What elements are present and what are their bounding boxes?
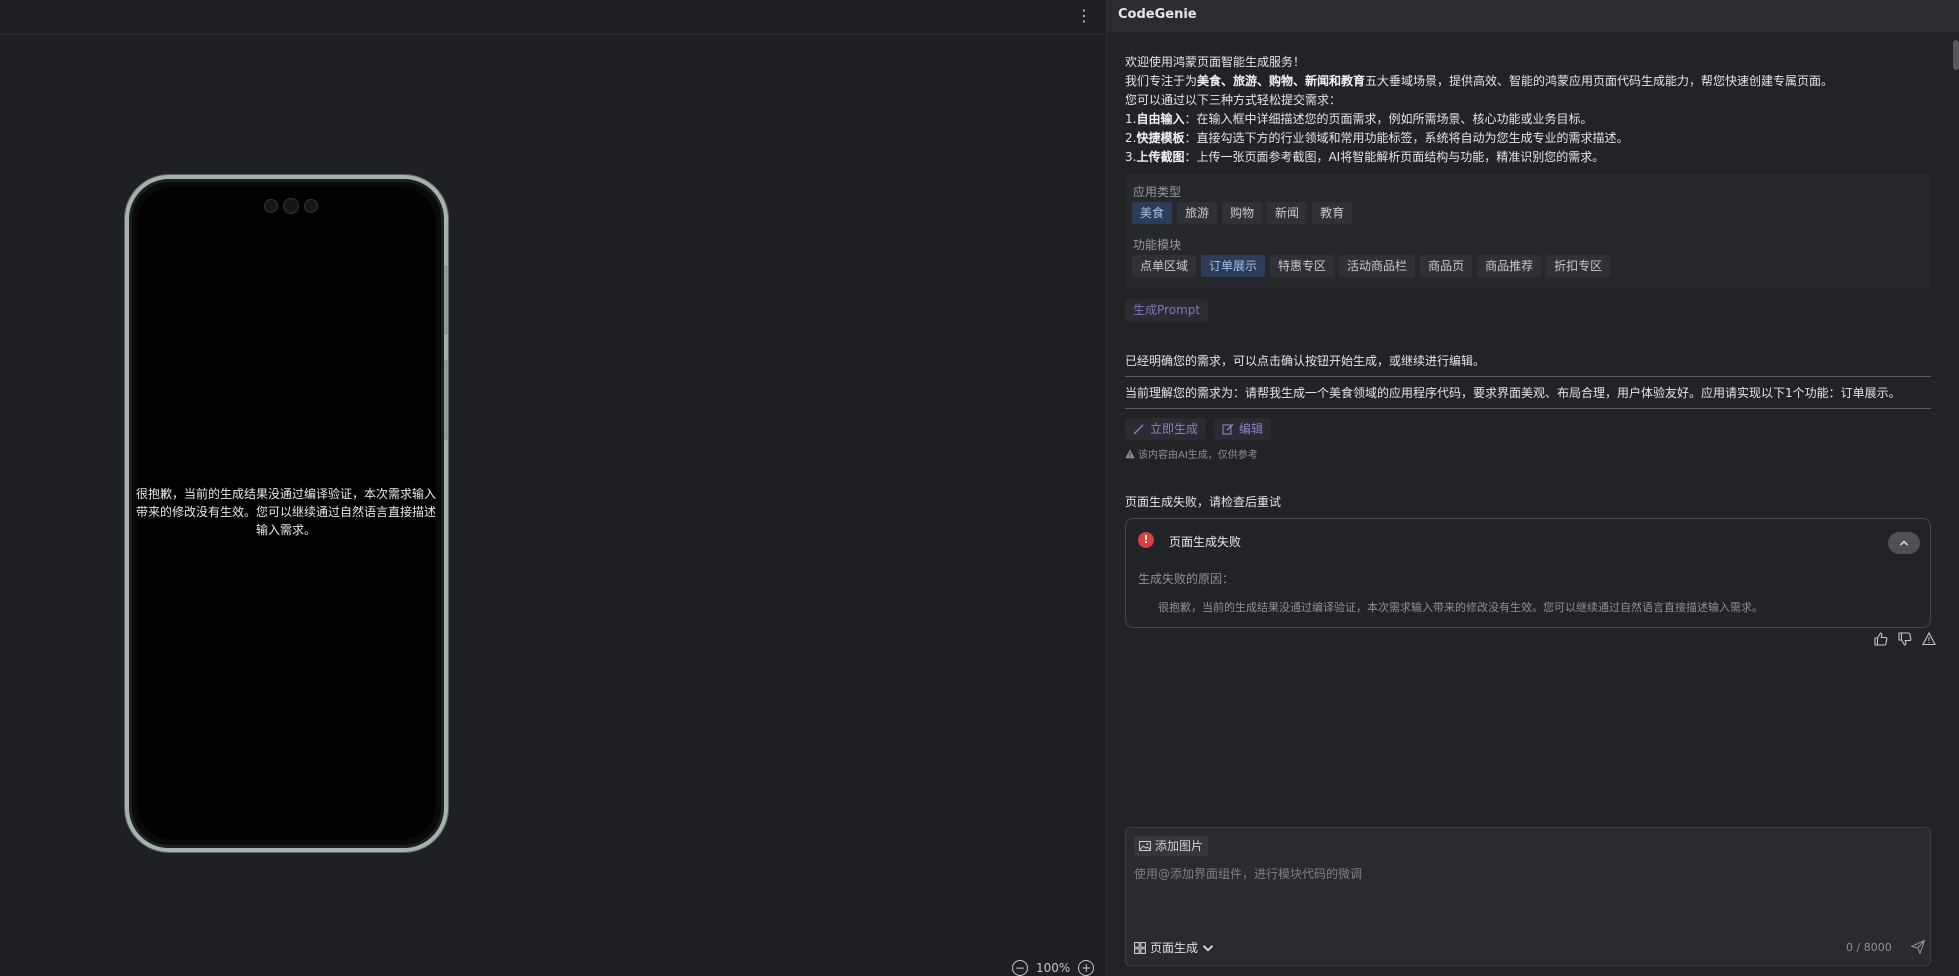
app-type-tag[interactable]: 购物 (1222, 202, 1263, 224)
module-tag[interactable]: 特惠专区 (1270, 255, 1335, 277)
fail-title: 页面生成失败 (1169, 535, 1242, 549)
edit-button[interactable]: 编辑 (1214, 418, 1272, 440)
module-tag[interactable]: 折扣专区 (1546, 255, 1611, 277)
welcome-item: 2.快捷模板：直接勾选下方的行业领域和常用功能标签，系统将自动为您生成专业的需求… (1125, 131, 1629, 145)
warning-icon (1125, 449, 1135, 458)
message-composer: 添加图片 页面生成 0 / 8000 (1125, 827, 1931, 966)
zoom-level: 100% (1036, 961, 1071, 975)
phone-error-message: 很抱歉，当前的生成结果没通过编译验证，本次需求输入带来的修改没有生效。您可以继续… (135, 487, 436, 537)
module-tag[interactable]: 商品页 (1420, 255, 1473, 277)
char-count: 0 / 8000 (1846, 941, 1892, 954)
fail-card: ! 页面生成失败 生成失败的原因： 很抱歉，当前的生成结果没通过编译验证，本次需… (1125, 518, 1931, 628)
welcome-line: 欢迎使用鸿蒙页面智能生成服务！ (1125, 55, 1306, 69)
error-icon: ! (1138, 532, 1154, 548)
scrollbar-thumb[interactable] (1953, 40, 1959, 70)
zoom-controls: − 100% + (1012, 960, 1095, 976)
magic-wand-icon (1133, 424, 1144, 435)
module-tag[interactable]: 商品推荐 (1477, 255, 1542, 277)
understanding-message: 当前理解您的需求为：请帮我生成一个美食领域的应用程序代码，要求界面美观、布局合理… (1125, 386, 1901, 400)
zoom-out-icon[interactable]: − (1012, 960, 1028, 976)
app-title: CodeGenie (1118, 7, 1197, 22)
camera-cutout (261, 196, 321, 216)
report-warning-icon[interactable] (1921, 631, 1937, 647)
chevron-down-icon (1202, 944, 1214, 952)
fail-reason-text: 很抱歉，当前的生成结果没通过编译验证，本次需求输入带来的修改没有生效。您可以继续… (1158, 601, 1763, 614)
divider (1125, 408, 1931, 409)
zoom-in-icon[interactable]: + (1078, 960, 1095, 976)
sensor-icon (264, 199, 278, 213)
page-grid-icon (1134, 941, 1146, 954)
app-type-label: 应用类型 (1133, 185, 1182, 199)
ai-disclaimer: 该内容由AI生成，仅供参考 (1125, 446, 1258, 461)
edit-icon (1222, 423, 1234, 435)
module-label: 功能模块 (1133, 238, 1182, 252)
welcome-line: 我们专注于为美食、旅游、购物、新闻和教育五大垂域场景，提供高效、智能的鸿蒙应用页… (1125, 74, 1834, 88)
image-icon (1139, 841, 1151, 851)
confirm-message: 已经明确您的需求，可以点击确认按钮开始生成，或继续进行编辑。 (1125, 354, 1486, 368)
module-tag[interactable]: 点单区域 (1132, 255, 1197, 277)
welcome-item: 1.自由输入：在输入框中详细描述您的页面需求，例如所需场景、核心功能或业务目标。 (1125, 112, 1593, 126)
generate-now-button[interactable]: 立即生成 (1125, 418, 1207, 440)
preview-pane: ⋮ 很抱歉，当前的生成结果没通过编译验证，本次需求输入带来的修改没有生效。您可以… (0, 0, 1104, 976)
chat-header: CodeGenie (1107, 0, 1959, 32)
app-type-tag[interactable]: 旅游 (1177, 202, 1218, 224)
app-type-tag[interactable]: 美食 (1132, 202, 1173, 224)
sensor-icon (304, 199, 318, 213)
feedback-buttons (1873, 631, 1937, 647)
thumbs-down-icon[interactable] (1897, 631, 1913, 647)
phone-power-button (444, 360, 448, 440)
chat-pane: CodeGenie 欢迎使用鸿蒙页面智能生成服务！ 我们专注于为美食、旅游、购物… (1106, 0, 1959, 976)
app-type-tag[interactable]: 新闻 (1267, 202, 1308, 224)
message-input[interactable] (1134, 862, 1920, 886)
app-type-tags: 美食 旅游 购物 新闻 教育 (1132, 202, 1353, 224)
more-options-icon[interactable]: ⋮ (1076, 6, 1092, 26)
template-tag-panel: 应用类型 美食 旅游 购物 新闻 教育 功能模块 点单区域 订单展示 特惠专区 活动商品栏 商品… (1125, 174, 1931, 289)
fail-heading: 页面生成失败，请检查后重试 (1125, 495, 1282, 509)
camera-icon (283, 198, 299, 214)
generate-prompt-button[interactable]: 生成Prompt (1125, 299, 1209, 322)
divider (1125, 376, 1931, 377)
welcome-item: 3.上传截图：上传一张页面参考截图，AI将智能解析页面结构与功能，精准识别您的需… (1125, 150, 1605, 164)
module-tag[interactable]: 活动商品栏 (1339, 255, 1416, 277)
mode-select[interactable]: 页面生成 (1134, 939, 1214, 956)
module-tag[interactable]: 订单展示 (1201, 255, 1266, 277)
welcome-message: 欢迎使用鸿蒙页面智能生成服务！ 我们专注于为美食、旅游、购物、新闻和教育五大垂域… (1125, 53, 1925, 167)
send-icon[interactable] (1910, 939, 1926, 955)
thumbs-up-icon[interactable] (1873, 631, 1889, 647)
action-buttons: 立即生成 编辑 (1125, 418, 1272, 440)
welcome-line: 您可以通过以下三种方式轻松提交需求： (1125, 93, 1342, 107)
collapse-button[interactable] (1888, 532, 1920, 554)
fail-reason-label: 生成失败的原因： (1138, 572, 1235, 586)
app-type-tag[interactable]: 教育 (1312, 202, 1353, 224)
phone-volume-button (444, 265, 448, 335)
chevron-up-icon (1899, 540, 1909, 546)
module-tags: 点单区域 订单展示 特惠专区 活动商品栏 商品页 商品推荐 折扣专区 (1132, 255, 1611, 277)
add-image-button[interactable]: 添加图片 (1134, 836, 1209, 856)
preview-toolbar: ⋮ (0, 0, 1104, 35)
